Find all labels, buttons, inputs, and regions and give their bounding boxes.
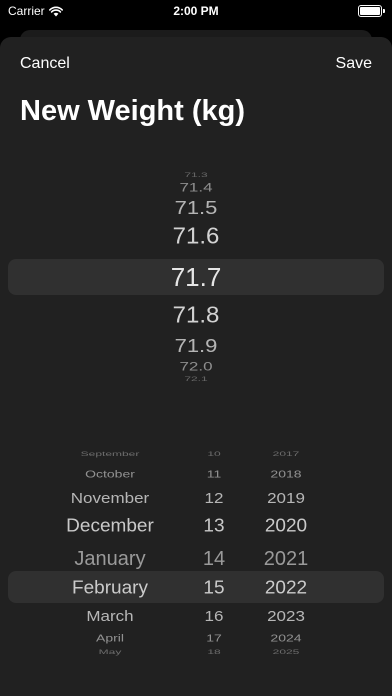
month-option-selected[interactable]: January bbox=[40, 549, 180, 569]
weight-option[interactable]: 71.9 bbox=[0, 336, 392, 356]
day-option[interactable]: 13 bbox=[184, 517, 244, 535]
year-option[interactable]: 2019 bbox=[250, 491, 322, 505]
weight-option[interactable]: 71.3 bbox=[0, 172, 392, 178]
weight-option-selected[interactable]: 71.7 bbox=[0, 264, 392, 290]
year-option[interactable]: 2025 bbox=[250, 649, 322, 655]
year-option[interactable]: 2024 bbox=[250, 633, 322, 643]
day-option[interactable]: 16 bbox=[184, 609, 244, 623]
month-option[interactable]: May bbox=[40, 649, 180, 655]
year-option[interactable]: 2022 bbox=[250, 579, 322, 597]
day-option[interactable]: 17 bbox=[184, 633, 244, 643]
cancel-button[interactable]: Cancel bbox=[20, 55, 70, 73]
date-picker[interactable]: September October November December January F… bbox=[0, 444, 392, 694]
day-option[interactable]: 10 bbox=[184, 451, 244, 457]
year-option[interactable]: 2018 bbox=[250, 469, 322, 479]
year-option[interactable]: 2017 bbox=[250, 451, 322, 457]
battery-icon bbox=[358, 5, 385, 17]
month-option[interactable]: October bbox=[40, 469, 180, 479]
weight-picker[interactable]: 71.3 71.4 71.5 71.6 71.7 71.8 71.9 72.0 72.1 bbox=[0, 170, 392, 385]
month-option[interactable]: September bbox=[40, 451, 180, 457]
day-option-selected[interactable]: 14 bbox=[184, 549, 244, 569]
status-bar: Carrier 2:00 PM bbox=[0, 0, 392, 22]
year-wheel[interactable]: 2017 2018 2019 2020 2021 2022 2023 2024 2025 bbox=[250, 444, 322, 694]
weight-option[interactable]: 71.4 bbox=[0, 181, 392, 193]
year-option-selected[interactable]: 2021 bbox=[250, 549, 322, 569]
new-weight-sheet: Cancel Save New Weight (kg) 71.3 71.4 71.5… bbox=[0, 37, 392, 696]
day-wheel[interactable]: 10 11 12 13 14 15 16 17 18 bbox=[184, 444, 244, 694]
month-option[interactable]: November bbox=[40, 491, 180, 505]
month-option[interactable]: March bbox=[40, 609, 180, 623]
weight-option[interactable]: 71.8 bbox=[0, 304, 392, 328]
day-option[interactable]: 15 bbox=[184, 579, 244, 597]
year-option[interactable]: 2023 bbox=[250, 609, 322, 623]
weight-option[interactable]: 71.5 bbox=[0, 198, 392, 218]
day-option[interactable]: 18 bbox=[184, 649, 244, 655]
status-time: 2:00 PM bbox=[173, 4, 219, 18]
weight-option[interactable]: 72.0 bbox=[0, 360, 392, 372]
day-option[interactable]: 12 bbox=[184, 491, 244, 505]
month-wheel[interactable]: September October November December January F… bbox=[40, 444, 180, 694]
page-title: New Weight (kg) bbox=[20, 95, 246, 127]
month-option[interactable]: February bbox=[40, 579, 180, 597]
day-option[interactable]: 11 bbox=[184, 469, 244, 479]
weight-option[interactable]: 72.1 bbox=[0, 376, 392, 382]
month-option[interactable]: December bbox=[40, 517, 180, 535]
year-option[interactable]: 2020 bbox=[250, 517, 322, 535]
weight-option[interactable]: 71.6 bbox=[0, 225, 392, 249]
save-button[interactable]: Save bbox=[336, 55, 372, 73]
month-option[interactable]: April bbox=[40, 633, 180, 643]
